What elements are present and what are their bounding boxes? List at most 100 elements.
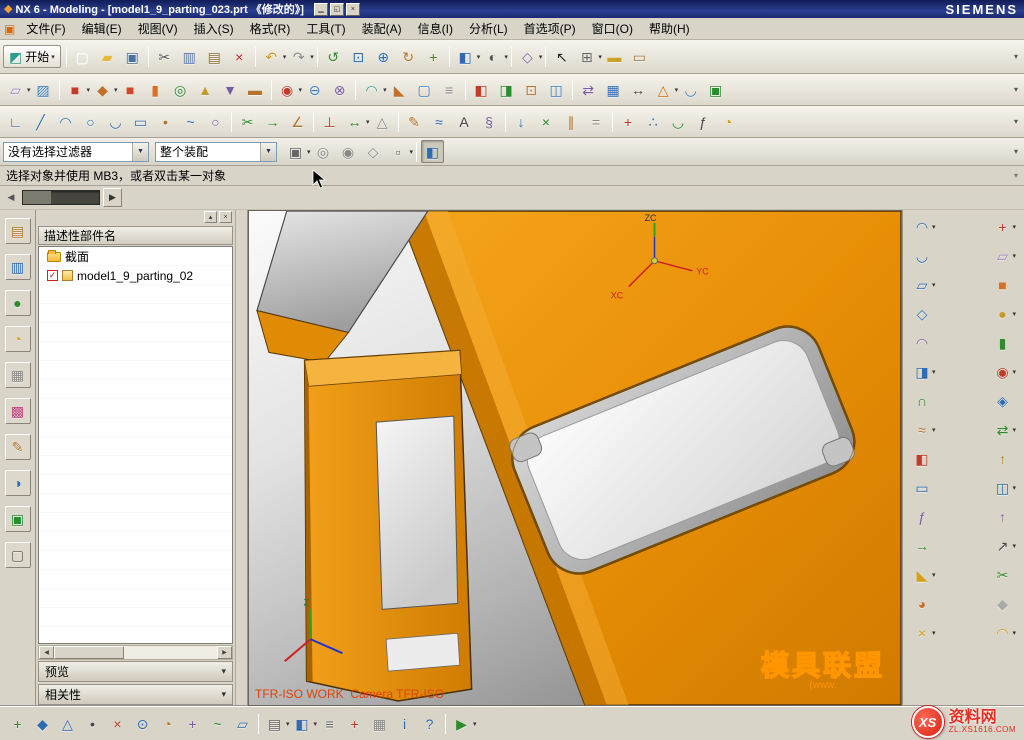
spline-button[interactable]: ~ (179, 110, 202, 133)
doc-minimize-button[interactable]: ▁ (314, 3, 328, 16)
menu-item-11[interactable]: 窗口(O) (584, 18, 641, 39)
selection-filter-dropdown-icon[interactable]: ▼ (132, 143, 148, 161)
shaded-work-view-button[interactable]: ◧ (421, 140, 444, 163)
unite-button[interactable]: ◉ (276, 78, 299, 101)
block-button[interactable]: ■ (119, 78, 142, 101)
existing-point-button[interactable]: + (181, 712, 204, 735)
selection-scope-combo[interactable]: 整个装配 ▼ (155, 142, 277, 162)
rectangle-button[interactable]: ▭ (129, 110, 152, 133)
zoom-button[interactable]: ⊕ (372, 45, 395, 68)
view-orient-button[interactable]: ◧ (291, 712, 314, 735)
rectangle-select-button-dropdown-arrow-icon[interactable]: ▾ (410, 148, 414, 156)
stamp-tool-button-dropdown-arrow-icon[interactable]: ▾ (1012, 629, 1016, 637)
system-scenes-tab[interactable]: ▣ (5, 506, 31, 532)
cube-primitive-button[interactable]: ■ (991, 274, 1013, 296)
synchronous-modeling-button[interactable]: △ (652, 78, 675, 101)
constraints-button[interactable]: ⊥ (318, 110, 341, 133)
enable-snap-point-button[interactable]: + (6, 712, 29, 735)
global-shaping-button[interactable]: ◕ (911, 593, 933, 615)
circle-button[interactable]: ○ (79, 110, 102, 133)
rotate-view-button[interactable]: ↻ (397, 45, 420, 68)
offset-curve-button[interactable]: = (585, 110, 608, 133)
ruled-surface-button[interactable]: ▱ (911, 274, 933, 296)
thicken-button[interactable]: ⊡ (520, 78, 543, 101)
tree-row-part[interactable]: ✓ model1_9_parting_02 (39, 266, 232, 285)
promote-body-button[interactable]: ↑ (991, 448, 1013, 470)
navigator-column-header[interactable]: 描述性部件名 (38, 226, 233, 245)
internet-explorer-tab[interactable]: ● (5, 290, 31, 316)
orient-view-button[interactable]: ◇ (516, 45, 539, 68)
extension-surface-button[interactable]: → (911, 535, 933, 557)
arc-button[interactable]: ◠ (54, 110, 77, 133)
ruler-button[interactable]: ▭ (628, 45, 651, 68)
cylinder-primitive-button[interactable]: ▮ (991, 332, 1013, 354)
snap-options-button[interactable]: ⊞ (575, 45, 598, 68)
section-surface-button-dropdown-arrow-icon[interactable]: ▾ (932, 368, 936, 376)
measure-distance-button[interactable]: ▬ (603, 45, 626, 68)
intersect-button[interactable]: ⊗ (328, 78, 351, 101)
offset-face-button[interactable]: ↑ (991, 506, 1013, 528)
menu-options-button[interactable]: ▤ (263, 712, 286, 735)
selection-arrow-button[interactable]: ↖ (550, 45, 573, 68)
section-curve-button[interactable]: ∥ (560, 110, 583, 133)
panel-pin-button[interactable]: ▴ (204, 211, 217, 223)
flange-surface-button-dropdown-arrow-icon[interactable]: ▾ (932, 571, 936, 579)
palettes-tab[interactable]: ▩ (5, 398, 31, 424)
copy-button[interactable]: ▥ (178, 45, 201, 68)
datum-plane-button[interactable]: ▱ (4, 78, 27, 101)
menu-item-8[interactable]: 信息(I) (410, 18, 461, 39)
mid-point-button[interactable]: △ (56, 712, 79, 735)
fillet-button[interactable]: ◡ (104, 110, 127, 133)
pattern-feature-button[interactable]: ▦ (602, 78, 625, 101)
hole-button[interactable]: ◎ (169, 78, 192, 101)
assembly-navigator-tab[interactable]: ▤ (5, 218, 31, 244)
menu-item-5[interactable]: 格式(R) (242, 18, 299, 39)
offset-surface-button[interactable]: ≈ (911, 419, 933, 441)
boolean-button[interactable]: ◉ (991, 361, 1013, 383)
split-body-button[interactable]: ◨ (495, 78, 518, 101)
control-point-button[interactable]: • (81, 712, 104, 735)
flange-surface-button[interactable]: ◣ (911, 564, 933, 586)
preview-section-bar[interactable]: 预览 ▾ (38, 661, 233, 682)
extrude-button[interactable]: ■ (64, 78, 87, 101)
boss-button[interactable]: ▲ (194, 78, 217, 101)
doc-restore-button[interactable]: ◱ (330, 3, 344, 16)
cad-canvas[interactable]: ZC YC XC Z (249, 211, 901, 705)
trim-body-button[interactable]: ◧ (470, 78, 493, 101)
dimensions-button[interactable]: ↔ (343, 110, 366, 133)
highlight-selection-button[interactable]: ◇ (362, 140, 385, 163)
wave-geometry-linker-button-dropdown-arrow-icon[interactable]: ▾ (1012, 426, 1016, 434)
pocket-button[interactable]: ▼ (219, 78, 242, 101)
extract-geometry-button[interactable]: ◈ (991, 390, 1013, 412)
datum-plane-grid-button-dropdown-arrow-icon[interactable]: ▾ (1012, 252, 1016, 260)
scroll-thumb[interactable] (54, 646, 124, 659)
point-on-face-button[interactable]: ▱ (231, 712, 254, 735)
wcs-dynamics-button[interactable]: + (343, 712, 366, 735)
ruled-surface-button-dropdown-arrow-icon[interactable]: ▾ (932, 281, 936, 289)
chevron-down-icon[interactable]: ▾ (221, 689, 226, 700)
point-set-button[interactable]: ∴ (642, 110, 665, 133)
line-button[interactable]: ╱ (29, 110, 52, 133)
menu-item-10[interactable]: 首选项(P) (516, 18, 584, 39)
text-button[interactable]: A (453, 110, 476, 133)
sphere-primitive-button-dropdown-arrow-icon[interactable]: ▾ (1012, 310, 1016, 318)
display-constraints-button[interactable]: △ (371, 110, 394, 133)
menu-item-7[interactable]: 装配(A) (354, 18, 410, 39)
selection-scope-dropdown-icon[interactable]: ▼ (260, 143, 276, 161)
scale-body-button-dropdown-arrow-icon[interactable]: ▾ (1012, 542, 1016, 550)
boolean-button-dropdown-arrow-icon[interactable]: ▾ (1012, 368, 1016, 376)
toolbar-overflow-chevron[interactable]: ▾ (1014, 147, 1021, 156)
nav-back-button[interactable]: ◀ (3, 189, 19, 207)
quadrant-point-button[interactable]: ◔ (156, 712, 179, 735)
menu-item-1[interactable]: 文件(F) (18, 18, 73, 39)
make-corner-button[interactable]: ∠ (286, 110, 309, 133)
bridge-surface-button[interactable]: ∩ (911, 390, 933, 412)
point-button[interactable]: • (154, 110, 177, 133)
history-tab[interactable]: ◔ (5, 326, 31, 352)
studio-surface-button[interactable]: ◠ (911, 332, 933, 354)
tree-row-section[interactable]: 截面 (39, 247, 232, 266)
sew-button[interactable]: ◫ (545, 78, 568, 101)
law-curve-button[interactable]: ƒ (692, 110, 715, 133)
deselect-all-button[interactable]: ◉ (337, 140, 360, 163)
render-style-button-dropdown-arrow-icon[interactable]: ▾ (504, 53, 508, 61)
